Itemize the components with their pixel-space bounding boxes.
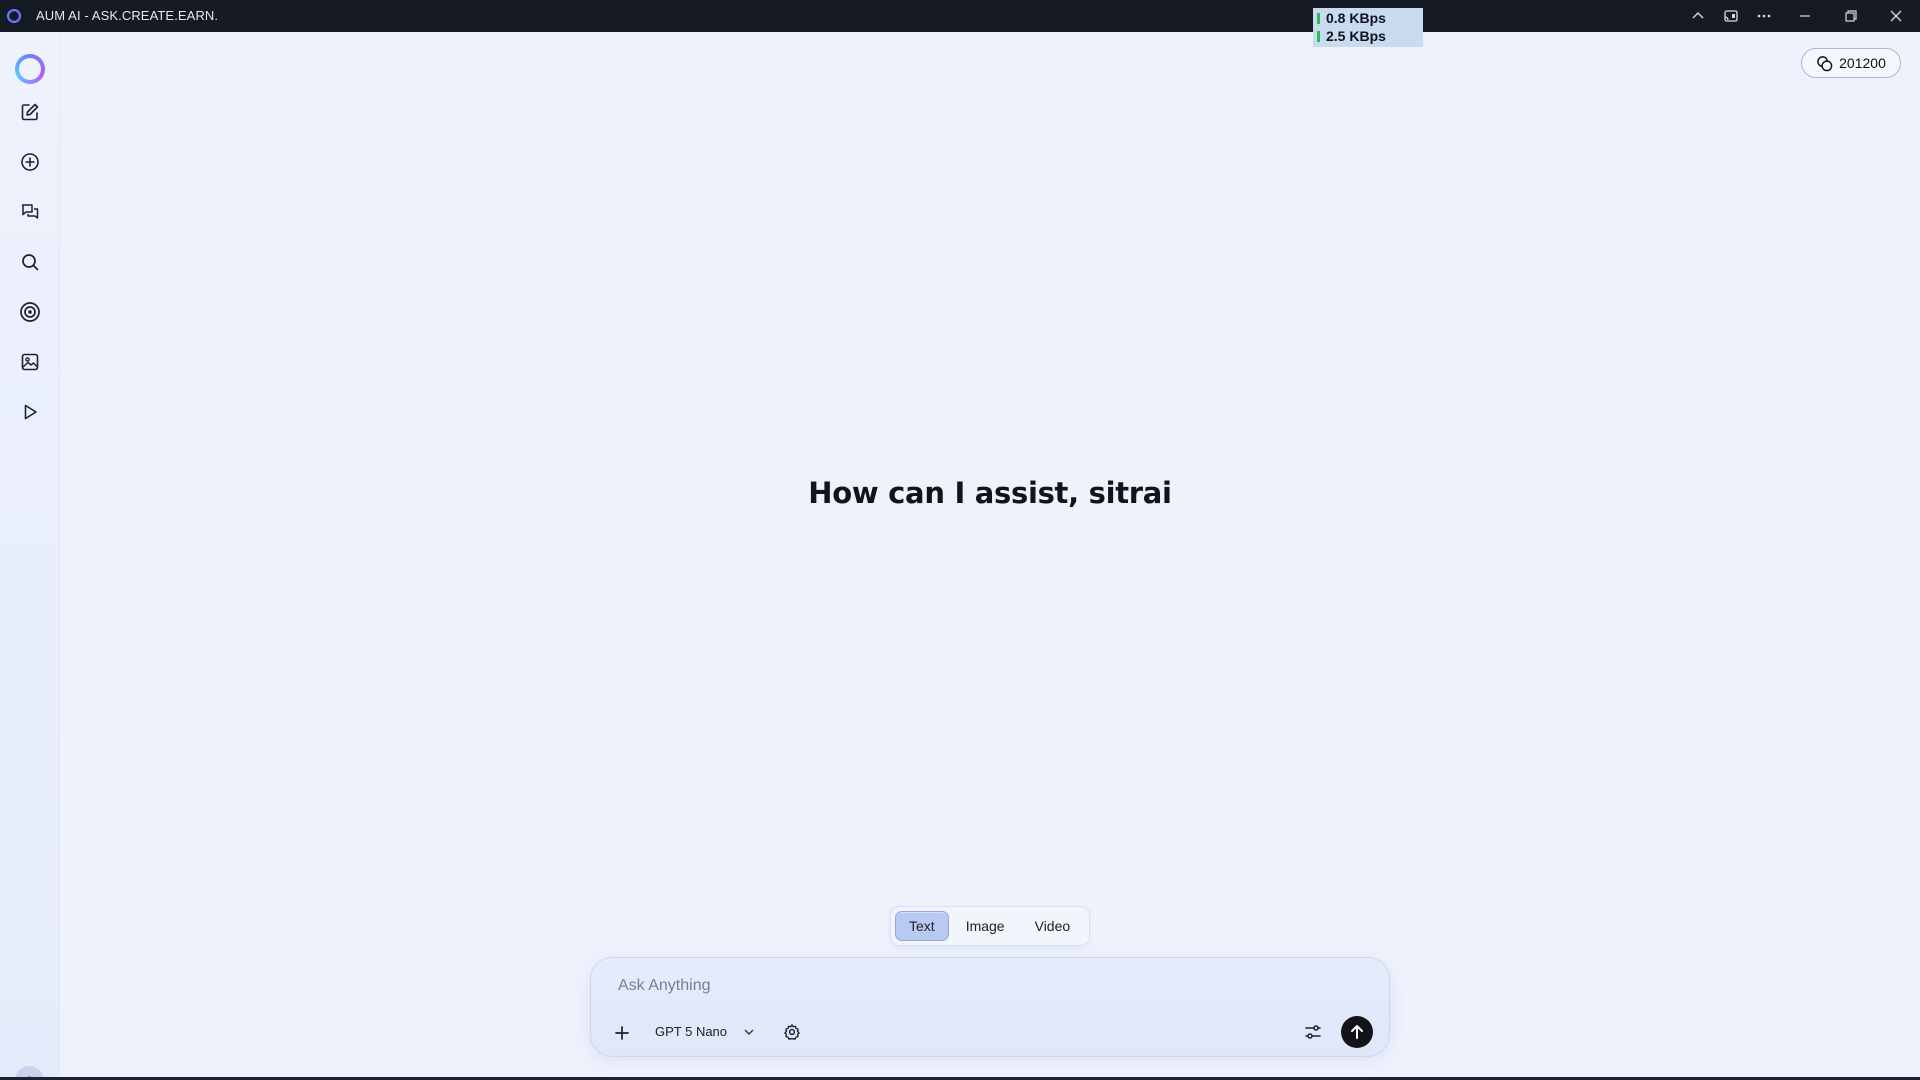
- model-selector-label[interactable]: GPT 5 Nano: [655, 1024, 727, 1039]
- target-icon: [20, 302, 40, 322]
- send-button[interactable]: [1341, 1016, 1373, 1048]
- network-speed-widget: 0.8 KBps 2.5 KBps: [1313, 8, 1423, 47]
- app-logo[interactable]: [15, 54, 45, 84]
- chats-icon: [21, 204, 39, 219]
- edit-icon: [21, 103, 39, 121]
- cast-icon[interactable]: [1721, 6, 1741, 26]
- greeting-container: How can I assist, sitrai: [790, 476, 1190, 510]
- chat-composer: GPT 5 Nano: [590, 957, 1390, 1057]
- tab-video[interactable]: Video: [1022, 911, 1084, 941]
- mode-tabs: Text Image Video: [890, 906, 1090, 946]
- points-value: 201200: [1839, 55, 1886, 71]
- gear-icon: [784, 1024, 800, 1040]
- app-logo-icon: [7, 9, 21, 23]
- plus-icon: [615, 1026, 629, 1040]
- window-title: AUM AI - ASK.CREATE.EARN.: [36, 8, 219, 23]
- upload-speed: 2.5 KBps: [1326, 28, 1386, 44]
- plus-circle-icon: [21, 153, 39, 171]
- image-icon: [21, 353, 39, 371]
- restore-icon[interactable]: [1841, 6, 1861, 26]
- upload-arrow-icon: [1317, 31, 1320, 42]
- download-arrow-icon: [1317, 13, 1320, 24]
- sidebar-item-videos[interactable]: [16, 398, 44, 426]
- sidebar-item-images[interactable]: [16, 348, 44, 376]
- play-icon: [24, 404, 37, 420]
- attach-button[interactable]: [611, 1022, 633, 1044]
- tab-image[interactable]: Image: [953, 911, 1018, 941]
- sidebar-item-new-chat[interactable]: [16, 98, 44, 126]
- close-icon[interactable]: [1886, 6, 1906, 26]
- sidebar-item-explore[interactable]: [16, 298, 44, 326]
- tab-text[interactable]: Text: [895, 911, 949, 941]
- sliders-icon: [1305, 1025, 1321, 1039]
- coins-icon: [1817, 55, 1833, 71]
- chevron-down-icon: [744, 1029, 754, 1035]
- sidebar: S: [0, 32, 60, 1080]
- minimize-icon[interactable]: [1795, 6, 1815, 26]
- chevron-up-icon[interactable]: [1688, 6, 1708, 26]
- window-titlebar: AUM AI - ASK.CREATE.EARN.: [0, 0, 1920, 32]
- ask-input[interactable]: [618, 972, 1358, 1000]
- download-speed: 0.8 KBps: [1326, 10, 1386, 26]
- points-badge[interactable]: 201200: [1801, 48, 1901, 78]
- greeting-heading: How can I assist, sitrai: [808, 476, 1172, 510]
- search-icon: [22, 254, 39, 271]
- settings-button[interactable]: [781, 1021, 803, 1043]
- sidebar-item-search[interactable]: [16, 248, 44, 276]
- sidebar-item-chats[interactable]: [16, 198, 44, 226]
- sidebar-item-create[interactable]: [16, 148, 44, 176]
- options-button[interactable]: [1302, 1021, 1324, 1043]
- arrow-up-icon: [1351, 1025, 1363, 1039]
- model-dropdown-button[interactable]: [741, 1024, 757, 1040]
- more-options-icon[interactable]: [1754, 6, 1774, 26]
